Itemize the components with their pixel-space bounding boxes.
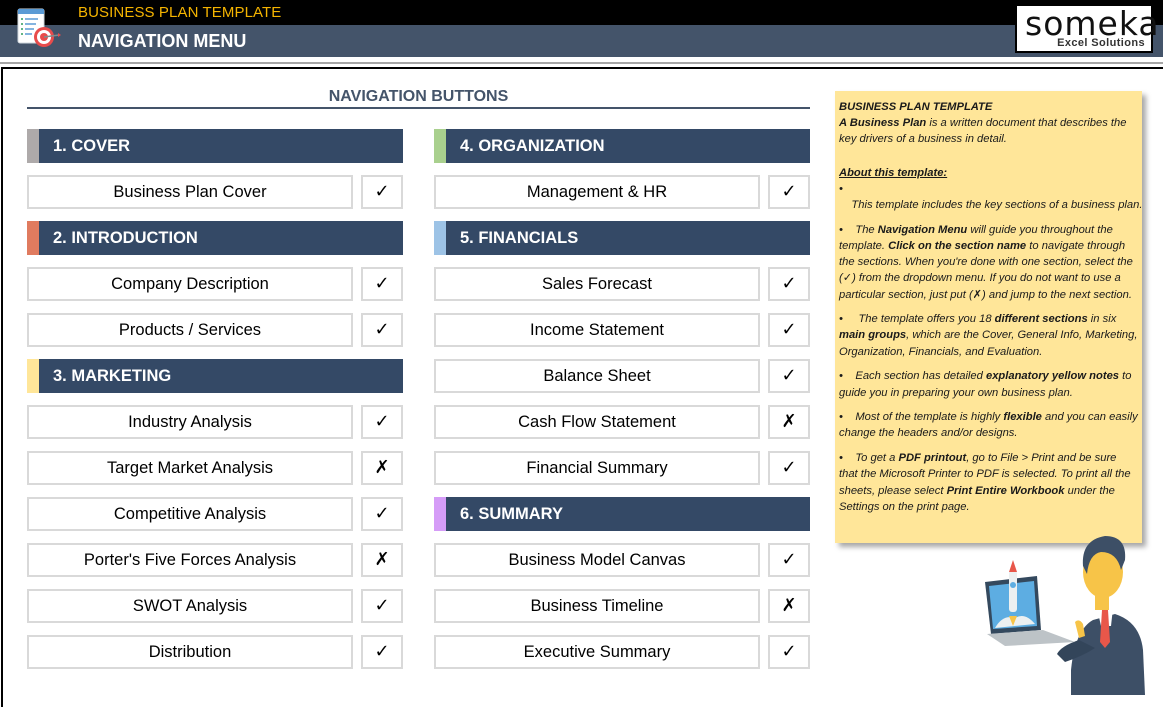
status-dropdown[interactable]: ✓ xyxy=(361,267,403,301)
note-bullet: • The template offers you 18 different s… xyxy=(839,313,1138,358)
note-bullet: • The Navigation Menu will guide you thr… xyxy=(839,223,1133,301)
nav-button-business-plan-cover[interactable]: Business Plan Cover xyxy=(27,175,353,209)
nav-button-industry-analysis[interactable]: Industry Analysis xyxy=(27,405,353,439)
note-bullet: • To get a PDF printout, go to File > Pr… xyxy=(839,452,1131,513)
nav-button-swot-analysis[interactable]: SWOT Analysis xyxy=(27,589,353,623)
nav-button-distribution[interactable]: Distribution xyxy=(27,635,353,669)
nav-button-executive-summary[interactable]: Executive Summary xyxy=(434,635,760,669)
info-note: BUSINESS PLAN TEMPLATE A Business Plan i… xyxy=(835,91,1142,543)
checklist-target-icon xyxy=(17,8,61,47)
group-accent xyxy=(27,359,39,393)
status-dropdown[interactable]: ✓ xyxy=(361,635,403,669)
page-title: NAVIGATION MENU xyxy=(78,31,247,51)
group-accent xyxy=(27,129,39,163)
group-title: 4. ORGANIZATION xyxy=(460,137,605,155)
app-title: BUSINESS PLAN TEMPLATE xyxy=(78,4,282,21)
nav-button-competitive-analysis[interactable]: Competitive Analysis xyxy=(27,497,353,531)
status-dropdown[interactable]: ✗ xyxy=(361,543,403,577)
page-header-bar: NAVIGATION MENU xyxy=(0,25,1163,57)
status-dropdown[interactable]: ✓ xyxy=(768,175,810,209)
group-header-cover[interactable]: 1. COVER xyxy=(27,129,403,163)
group-header-summary[interactable]: 6. SUMMARY xyxy=(434,497,810,531)
nav-button-income-statement[interactable]: Income Statement xyxy=(434,313,760,347)
status-dropdown[interactable]: ✓ xyxy=(361,405,403,439)
group-header-financials[interactable]: 5. FINANCIALS xyxy=(434,221,810,255)
nav-button-business-model-canvas[interactable]: Business Model Canvas xyxy=(434,543,760,577)
group-title: 2. INTRODUCTION xyxy=(53,229,198,247)
nav-button-porters-five-forces[interactable]: Porter's Five Forces Analysis xyxy=(27,543,353,577)
status-dropdown[interactable]: ✓ xyxy=(768,543,810,577)
nav-button-company-description[interactable]: Company Description xyxy=(27,267,353,301)
title-bar: BUSINESS PLAN TEMPLATE xyxy=(0,0,1163,25)
logo-tagline: Excel Solutions xyxy=(1057,37,1145,49)
note-intro: A Business Plan is a written document th… xyxy=(839,117,1127,146)
nav-button-financial-summary[interactable]: Financial Summary xyxy=(434,451,760,485)
group-accent xyxy=(27,221,39,255)
status-dropdown[interactable]: ✓ xyxy=(361,497,403,531)
status-dropdown[interactable]: ✓ xyxy=(768,267,810,301)
status-dropdown[interactable]: ✓ xyxy=(768,635,810,669)
nav-button-products-services[interactable]: Products / Services xyxy=(27,313,353,347)
status-dropdown[interactable]: ✓ xyxy=(361,589,403,623)
nav-button-cash-flow-statement[interactable]: Cash Flow Statement xyxy=(434,405,760,439)
status-dropdown[interactable]: ✓ xyxy=(768,359,810,393)
group-title: 6. SUMMARY xyxy=(460,505,563,523)
someka-logo[interactable]: someka Excel Solutions xyxy=(1015,4,1159,53)
status-dropdown[interactable]: ✓ xyxy=(361,313,403,347)
group-title: 1. COVER xyxy=(53,137,131,155)
group-header-marketing[interactable]: 3. MARKETING xyxy=(27,359,403,393)
nav-button-balance-sheet[interactable]: Balance Sheet xyxy=(434,359,760,393)
businessman-laptop-illustration xyxy=(985,536,1145,695)
status-dropdown[interactable]: ✗ xyxy=(768,589,810,623)
note-about-heading: About this template: xyxy=(839,166,948,179)
navigation-buttons-title: NAVIGATION BUTTONS xyxy=(328,88,509,105)
status-dropdown[interactable]: ✓ xyxy=(361,175,403,209)
note-bullet: • This template includes the key section… xyxy=(839,182,1143,212)
note-title: BUSINESS PLAN TEMPLATE xyxy=(839,101,993,113)
nav-button-target-market-analysis[interactable]: Target Market Analysis xyxy=(27,451,353,485)
nav-button-management-hr[interactable]: Management & HR xyxy=(434,175,760,209)
title-underline xyxy=(27,107,810,109)
status-dropdown[interactable]: ✗ xyxy=(361,451,403,485)
group-header-introduction[interactable]: 2. INTRODUCTION xyxy=(27,221,403,255)
group-title: 3. MARKETING xyxy=(53,367,172,385)
status-dropdown[interactable]: ✓ xyxy=(768,451,810,485)
note-bullet: • Most of the template is highly flexibl… xyxy=(839,411,1138,440)
header-separator xyxy=(0,62,1163,64)
status-dropdown[interactable]: ✗ xyxy=(768,405,810,439)
group-header-organization[interactable]: 4. ORGANIZATION xyxy=(434,129,810,163)
status-dropdown[interactable]: ✓ xyxy=(768,313,810,347)
group-title: 5. FINANCIALS xyxy=(460,229,579,247)
note-bullet: • Each section has detailed explanatory … xyxy=(839,370,1132,399)
nav-button-business-timeline[interactable]: Business Timeline xyxy=(434,589,760,623)
group-accent xyxy=(434,497,446,531)
nav-button-sales-forecast[interactable]: Sales Forecast xyxy=(434,267,760,301)
group-accent xyxy=(434,221,446,255)
group-accent xyxy=(434,129,446,163)
